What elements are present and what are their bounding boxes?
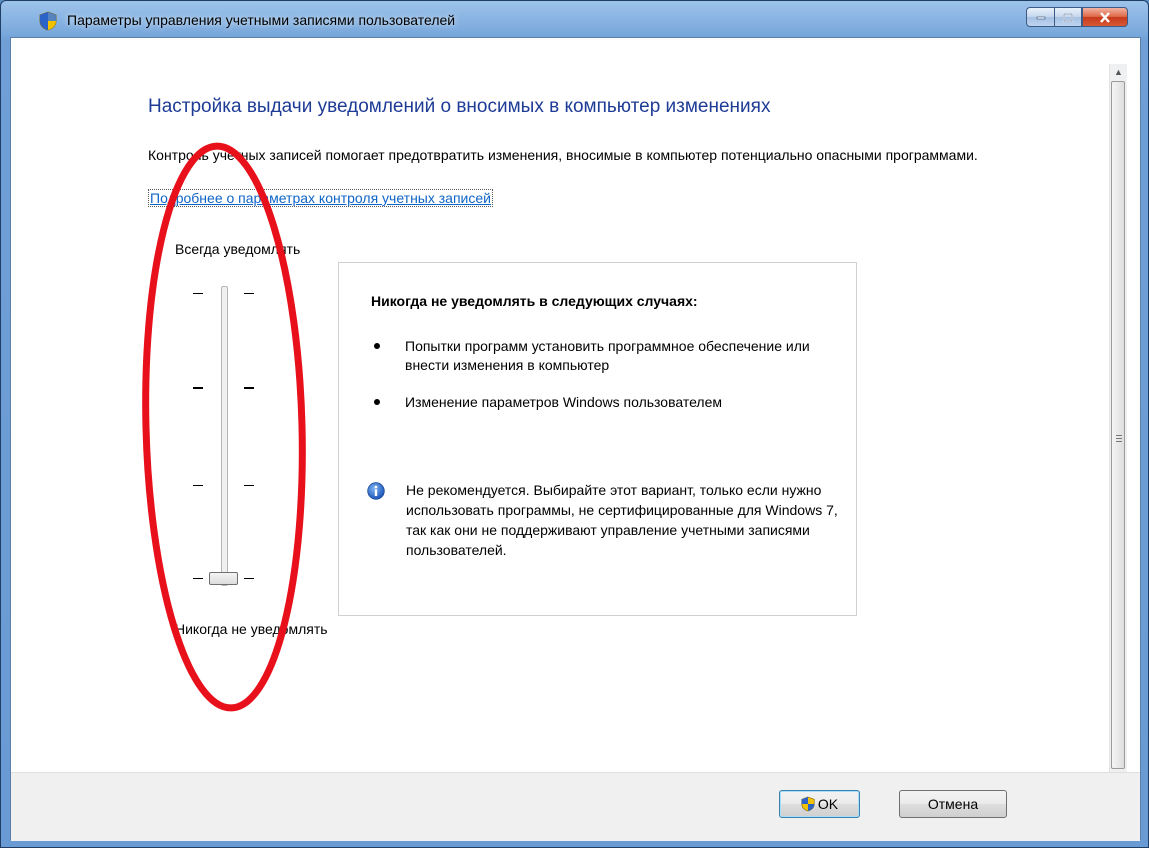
cancel-button-label: Отмена xyxy=(927,796,979,812)
bullet-text: Изменение параметров Windows пользовател… xyxy=(405,394,723,410)
slider-tick xyxy=(244,485,254,486)
window-controls xyxy=(1026,7,1128,29)
window-title: Параметры управления учетными записями п… xyxy=(67,12,456,28)
slider-tick xyxy=(244,387,254,389)
ok-button[interactable]: OK xyxy=(779,790,860,818)
info-icon xyxy=(367,482,385,500)
page-heading: Настройка выдачи уведомлений о вносимых … xyxy=(148,96,771,117)
slider-tick xyxy=(193,578,203,579)
close-button[interactable] xyxy=(1082,7,1128,27)
bullet-icon xyxy=(374,399,380,405)
list-item: Попытки программ установить программное … xyxy=(367,337,837,375)
bullet-icon xyxy=(374,343,380,349)
info-text: Не рекомендуется. Выбирайте этот вариант… xyxy=(406,482,838,558)
scrollbar-thumb[interactable] xyxy=(1111,81,1125,769)
bullet-list: Попытки программ установить программное … xyxy=(367,337,837,430)
learn-more-link[interactable]: Подробнее о параметрах контроля учетных … xyxy=(148,189,493,207)
uac-shield-icon xyxy=(39,11,57,31)
minimize-button[interactable] xyxy=(1026,7,1054,27)
uac-shield-icon xyxy=(801,796,815,812)
cancel-button[interactable]: Отмена xyxy=(899,790,1007,818)
close-icon xyxy=(1100,11,1110,23)
scroll-up-icon[interactable]: ▲ xyxy=(1110,64,1127,81)
slider-tick xyxy=(244,293,254,294)
minimize-icon xyxy=(1036,16,1045,20)
list-item: Изменение параметров Windows пользовател… xyxy=(367,393,837,412)
maximize-icon xyxy=(1063,12,1073,22)
slider-tick xyxy=(193,485,203,486)
grip-icon xyxy=(1116,435,1122,442)
uac-settings-window: Параметры управления учетными записями п… xyxy=(0,0,1149,848)
slider-tick xyxy=(244,578,254,579)
client-area: Настройка выдачи уведомлений о вносимых … xyxy=(10,37,1141,841)
panel-title: Никогда не уведомлять в следующих случая… xyxy=(371,293,698,309)
bullet-text: Попытки программ установить программное … xyxy=(405,338,810,373)
slider-track[interactable] xyxy=(221,286,228,586)
level-description-panel: Никогда не уведомлять в следующих случая… xyxy=(338,262,857,616)
slider-top-label: Всегда уведомлять xyxy=(175,241,301,257)
vertical-scrollbar[interactable]: ▲ ▼ xyxy=(1109,64,1127,792)
slider-tick xyxy=(193,293,203,294)
slider-tick xyxy=(193,387,203,389)
maximize-button[interactable] xyxy=(1054,7,1082,27)
description-text: Контроль учетных записей помогает предот… xyxy=(148,147,978,163)
slider-thumb[interactable] xyxy=(209,572,238,585)
title-bar[interactable]: Параметры управления учетными записями п… xyxy=(9,1,1140,37)
button-bar: OK Отмена xyxy=(11,772,1140,841)
slider-bottom-label: Никогда не уведомлять xyxy=(175,621,328,637)
ok-button-label: OK xyxy=(817,796,839,812)
